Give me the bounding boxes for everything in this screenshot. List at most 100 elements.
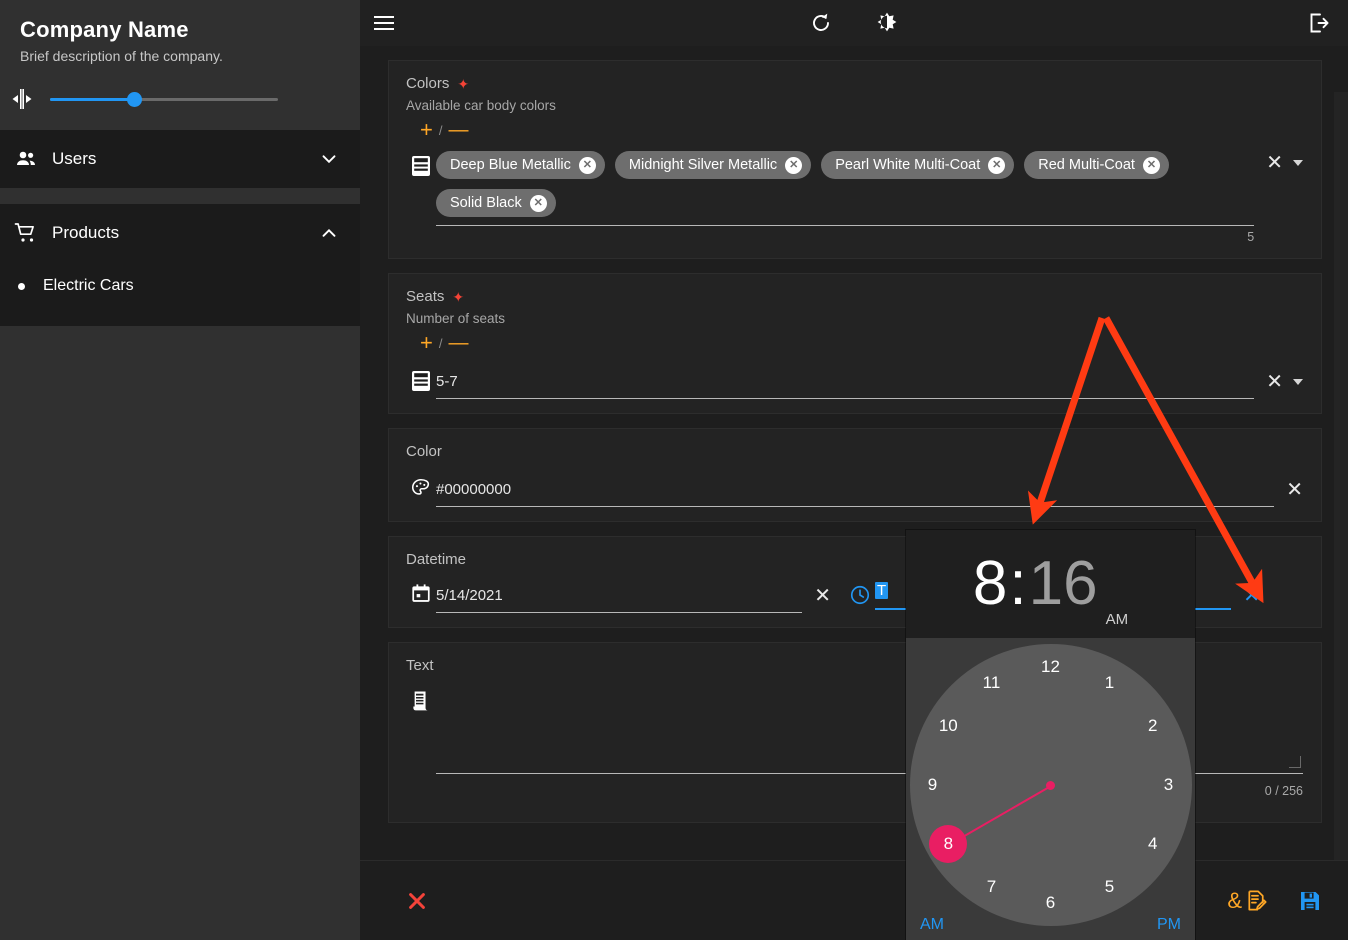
chip-remove-icon[interactable]: ✕ (785, 156, 803, 174)
clock-hour[interactable]: 1 (1095, 670, 1125, 696)
separator-label-colors: / (438, 122, 443, 138)
people-icon (14, 147, 44, 171)
clock-icon[interactable] (845, 582, 875, 606)
save-button[interactable] (1298, 889, 1322, 913)
chip-item[interactable]: Solid Black ✕ (436, 189, 556, 217)
seats-title: Seats (406, 288, 445, 305)
chip-item[interactable]: Deep Blue Metallic ✕ (436, 151, 605, 179)
chevron-down-icon[interactable] (1293, 379, 1303, 385)
chevron-down-icon[interactable] (320, 150, 338, 168)
colors-title: Colors (406, 75, 450, 92)
cancel-button[interactable] (406, 890, 428, 912)
colors-chip-input[interactable]: Deep Blue Metallic ✕ Midnight Silver Met… (436, 149, 1255, 244)
sidebar: Company Name Brief description of the co… (0, 0, 360, 940)
time-picker-separator: : (1009, 549, 1027, 618)
chip-label: Midnight Silver Metallic (628, 157, 778, 173)
clock-hour[interactable]: 4 (1138, 831, 1168, 857)
pm-button[interactable]: PM (1157, 916, 1181, 934)
sidebar-item-label-users: Users (52, 149, 97, 168)
refresh-icon[interactable] (797, 0, 845, 46)
colors-add-remove-controls: + / — (420, 119, 1303, 141)
clock-hour[interactable]: 10 (933, 713, 963, 739)
chevron-up-icon[interactable] (320, 224, 338, 242)
colors-chip-list: Deep Blue Metallic ✕ Midnight Silver Met… (436, 149, 1254, 217)
clock-hour[interactable]: 2 (1138, 713, 1168, 739)
chip-label: Pearl White Multi-Coat (835, 157, 981, 173)
brand-block: Company Name Brief description of the co… (0, 0, 360, 65)
clock-hour[interactable]: 9 (918, 772, 948, 798)
time-picker-clock[interactable]: 12 1 2 3 4 5 6 7 8 9 10 11 AM PM (906, 638, 1195, 940)
seats-title-row: Seats ✦ (406, 288, 1303, 305)
sidebar-subitems-products: Electric Cars (0, 262, 360, 326)
color-field-actions: ✕ (1274, 476, 1303, 500)
field-card-seats: Seats ✦ Number of seats + / — 5-7 ✕ (388, 273, 1322, 414)
clear-color-button[interactable]: ✕ (1286, 480, 1303, 500)
clock-hour-selected[interactable]: 8 (929, 825, 968, 863)
clock-hour[interactable]: 5 (1095, 874, 1125, 900)
add-button-colors[interactable]: + (420, 119, 433, 141)
remove-button-seats[interactable]: — (448, 333, 468, 353)
sidebar-width-slider[interactable] (50, 90, 278, 108)
remove-button-colors[interactable]: — (448, 120, 468, 140)
chip-label: Deep Blue Metallic (450, 157, 571, 173)
clock-hour[interactable]: 3 (1154, 772, 1184, 798)
field-card-colors: Colors ✦ Available car body colors + / — (388, 60, 1322, 259)
sidebar-item-products[interactable]: Products (0, 204, 360, 262)
separator-label-seats: / (438, 335, 443, 351)
sidebar-item-electric-cars[interactable]: Electric Cars (0, 268, 360, 304)
field-card-color: Color #00000000 ✕ (388, 428, 1322, 522)
chip-remove-icon[interactable]: ✕ (988, 156, 1006, 174)
hamburger-menu-icon[interactable] (360, 0, 408, 46)
am-button[interactable]: AM (920, 916, 944, 934)
chip-remove-icon[interactable]: ✕ (529, 194, 547, 212)
clear-colors-button[interactable]: ✕ (1266, 153, 1283, 173)
add-button-seats[interactable]: + (420, 332, 433, 354)
palette-icon (406, 476, 436, 499)
list-field-icon (406, 149, 436, 177)
calendar-icon[interactable] (406, 582, 436, 604)
clock-hour[interactable]: 12 (1036, 654, 1066, 680)
slider-thumb[interactable] (127, 91, 143, 107)
chip-item[interactable]: Pearl White Multi-Coat ✕ (821, 151, 1015, 179)
datetime-title: Datetime (406, 551, 467, 568)
main-panel: Colors ✦ Available car body colors + / — (360, 0, 1348, 940)
text-title: Text (406, 657, 434, 674)
seats-field-actions: ✕ (1254, 368, 1303, 392)
clock-hour[interactable]: 11 (977, 670, 1007, 696)
chip-remove-icon[interactable]: ✕ (578, 156, 596, 174)
form-scroll-area[interactable]: Colors ✦ Available car body colors + / — (360, 46, 1348, 860)
time-field-actions: ✕ (1231, 582, 1260, 606)
chip-item[interactable]: Midnight Silver Metallic ✕ (614, 151, 812, 179)
save-and-new-button[interactable]: & (1227, 889, 1268, 912)
textarea-resize-handle[interactable] (1289, 756, 1301, 768)
time-picker-dialog[interactable]: 8 : 16 AM 12 1 2 3 4 5 6 7 8 9 10 11 AM PM (906, 530, 1195, 940)
colors-description: Available car body colors (406, 98, 556, 113)
seats-input[interactable]: 5-7 (436, 368, 1255, 399)
logout-icon[interactable] (1294, 0, 1342, 46)
chip-remove-icon[interactable]: ✕ (1142, 156, 1160, 174)
clock-dial[interactable]: 12 1 2 3 4 5 6 7 8 9 10 11 (909, 644, 1192, 926)
required-star-icon: ✦ (452, 288, 465, 305)
color-input[interactable]: #00000000 (436, 476, 1275, 507)
time-picker-hour[interactable]: 8 (973, 553, 1007, 615)
clock-hour[interactable]: 7 (977, 874, 1007, 900)
drag-handle-icon (8, 85, 36, 113)
clear-time-button[interactable]: ✕ (1243, 586, 1260, 606)
clear-seats-button[interactable]: ✕ (1266, 372, 1283, 392)
sidebar-item-label-electric-cars: Electric Cars (43, 277, 134, 294)
seats-underline (436, 398, 1255, 399)
colors-count: 5 (1247, 230, 1255, 244)
chip-item[interactable]: Red Multi-Coat ✕ (1024, 151, 1169, 179)
scrollbar-rail[interactable] (1334, 92, 1348, 860)
color-title-row: Color (406, 443, 1303, 460)
app-root: Company Name Brief description of the co… (0, 0, 1348, 940)
time-picker-minute[interactable]: 16 (1029, 553, 1098, 615)
chevron-down-icon[interactable] (1293, 160, 1303, 166)
date-input[interactable]: 5/14/2021 (436, 582, 803, 613)
brightness-contrast-icon[interactable] (863, 0, 911, 46)
sidebar-item-users[interactable]: Users (0, 130, 360, 188)
sidebar-item-label-products: Products (52, 223, 120, 242)
clock-hour[interactable]: 6 (1036, 890, 1066, 916)
chip-label: Red Multi-Coat (1038, 157, 1135, 173)
clear-date-button[interactable]: ✕ (814, 586, 831, 606)
